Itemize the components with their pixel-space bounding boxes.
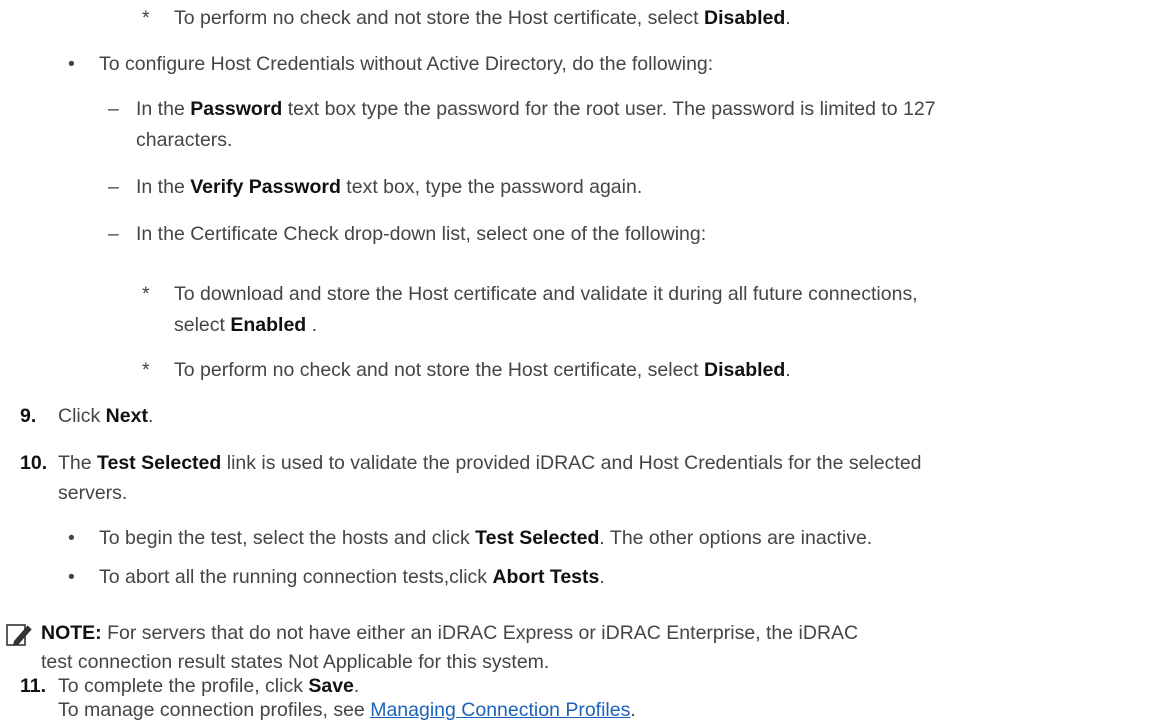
step-11: To complete the profile, click Save. xyxy=(58,674,359,698)
list-item-cert-enabled-cont: select Enabled . xyxy=(174,313,317,337)
item-text: The xyxy=(58,452,98,474)
item-punct: . xyxy=(306,314,318,336)
step-11-sub: To manage connection profiles, see Manag… xyxy=(58,698,636,722)
item-text: text box type the password for the root … xyxy=(282,98,936,120)
managing-connection-profiles-link[interactable]: Managing Connection Profiles xyxy=(370,699,630,721)
bullet-marker: • xyxy=(68,527,75,549)
list-item-password: In the Password text box type the passwo… xyxy=(136,97,936,121)
list-item-certificate-check: In the Certificate Check drop-down list,… xyxy=(136,223,707,245)
asterisk-marker: * xyxy=(142,7,150,29)
item-text: In the xyxy=(136,176,191,198)
asterisk-marker: * xyxy=(142,359,150,381)
list-item-test-abort: To abort all the running connection test… xyxy=(99,565,605,589)
test-selected-term: Test Selected xyxy=(97,452,222,474)
password-term: Password xyxy=(190,98,283,120)
item-punct: . xyxy=(353,675,360,697)
note-label: NOTE: xyxy=(41,622,102,644)
list-item-host-credentials: To configure Host Credentials without Ac… xyxy=(99,53,714,75)
item-text: To complete the profile, click xyxy=(58,675,309,697)
pencil-note-icon xyxy=(6,624,33,646)
item-punct: . xyxy=(630,699,636,721)
note-line-1: NOTE: For servers that do not have eithe… xyxy=(41,621,858,645)
item-text: To abort all the running connection test… xyxy=(99,566,493,588)
asterisk-marker: * xyxy=(142,283,150,305)
item-text: link is used to validate the provided iD… xyxy=(221,452,922,474)
list-item-verify-password: In the Verify Password text box, type th… xyxy=(136,175,642,199)
abort-tests-term: Abort Tests xyxy=(492,566,600,588)
step-10: The Test Selected link is used to valida… xyxy=(58,451,922,475)
item-text: To perform no check and not store the Ho… xyxy=(174,7,705,29)
item-text: To perform no check and not store the Ho… xyxy=(174,359,705,381)
enabled-term: Enabled xyxy=(230,314,307,336)
item-punct: . xyxy=(599,566,605,588)
note-line-2: test connection result states Not Applic… xyxy=(41,651,550,673)
disabled-term: Disabled xyxy=(704,359,786,381)
item-punct: . xyxy=(147,405,154,427)
item-text: select xyxy=(174,314,231,336)
test-selected-term: Test Selected xyxy=(475,527,600,549)
verify-password-term: Verify Password xyxy=(190,176,341,198)
list-item-cert-disabled: To perform no check and not store the Ho… xyxy=(174,358,791,382)
step-number: 9. xyxy=(20,405,37,427)
item-punct: . xyxy=(785,7,791,29)
list-item-password-cont: characters. xyxy=(136,129,233,151)
dash-marker: – xyxy=(108,223,119,245)
step-9: Click Next. xyxy=(58,404,153,428)
note-text: For servers that do not have either an i… xyxy=(101,622,859,644)
list-item-cert-enabled: To download and store the Host certifica… xyxy=(174,283,918,305)
bullet-marker: • xyxy=(68,566,75,588)
save-term: Save xyxy=(308,675,354,697)
dash-marker: – xyxy=(108,98,119,120)
list-item-top-disabled: To perform no check and not store the Ho… xyxy=(174,6,791,30)
step-number: 10. xyxy=(20,452,48,474)
item-text: text box, type the password again. xyxy=(340,176,643,198)
list-item-test-begin: To begin the test, select the hosts and … xyxy=(99,526,872,550)
item-text: Click xyxy=(58,405,106,427)
bullet-marker: • xyxy=(68,53,75,75)
dash-marker: – xyxy=(108,176,119,198)
next-term: Next xyxy=(105,405,148,427)
item-text: To begin the test, select the hosts and … xyxy=(99,527,476,549)
step-number: 11. xyxy=(20,675,47,697)
step-10-cont: servers. xyxy=(58,482,128,504)
item-punct: . xyxy=(785,359,791,381)
item-text: In the xyxy=(136,98,191,120)
disabled-term: Disabled xyxy=(704,7,786,29)
item-text: . The other options are inactive. xyxy=(599,527,873,549)
item-text: To manage connection profiles, see xyxy=(58,699,371,721)
